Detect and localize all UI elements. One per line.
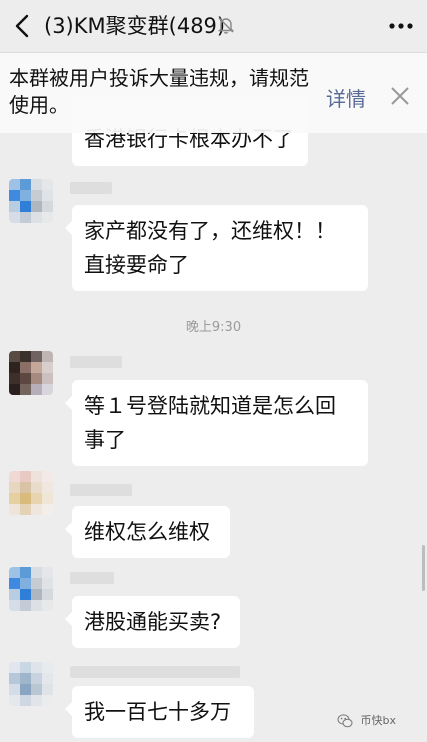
mute-bell-icon xyxy=(217,17,235,34)
sender-name xyxy=(70,484,132,496)
message-bubble: 港股通能买卖? xyxy=(65,596,240,648)
scrollbar-thumb[interactable] xyxy=(422,545,425,591)
wechat-logo-icon xyxy=(337,714,353,728)
avatar[interactable] xyxy=(9,179,53,223)
message-text: 家产都没有了，还维权！！直接要命了 xyxy=(84,219,336,277)
watermark-text: 币快bx xyxy=(360,714,397,727)
more-options-icon[interactable] xyxy=(387,14,415,38)
avatar[interactable] xyxy=(9,567,53,611)
message-text: 港股通能买卖? xyxy=(84,610,222,634)
message-bubble: 家产都没有了，还维权！！直接要命了 xyxy=(65,205,368,291)
message-text: 等１号登陆就知道是怎么回事了 xyxy=(84,394,336,452)
group-warning-banner: 本群被用户投诉大量违规，请规范使用。 详情 xyxy=(0,53,427,133)
timestamp: 晚上9:30 xyxy=(185,320,242,335)
message-text: 维权怎么维权 xyxy=(84,520,210,544)
sender-name xyxy=(70,356,122,368)
sender-name xyxy=(70,182,112,194)
chat-title: (3)KM聚变群(489) xyxy=(44,14,226,38)
warning-text: 本群被用户投诉大量违规，请规范使用。 xyxy=(9,66,309,117)
avatar[interactable] xyxy=(9,471,53,515)
sender-name xyxy=(70,572,114,584)
message-bubble: 维权怎么维权 xyxy=(65,506,230,558)
chat-header: (3)KM聚变群(489) xyxy=(0,0,427,53)
message-bubble: 等１号登陆就知道是怎么回事了 xyxy=(65,380,368,466)
sender-name xyxy=(70,666,240,678)
avatar[interactable] xyxy=(9,662,53,706)
back-arrow-icon[interactable] xyxy=(8,10,38,42)
avatar[interactable] xyxy=(9,351,53,395)
message-text: 我一百七十多万 xyxy=(84,700,231,724)
watermark: 币快bx xyxy=(337,712,396,734)
message-bubble: 我一百七十多万 xyxy=(65,686,254,738)
close-icon[interactable] xyxy=(388,84,412,108)
details-link[interactable]: 详情 xyxy=(326,83,366,112)
